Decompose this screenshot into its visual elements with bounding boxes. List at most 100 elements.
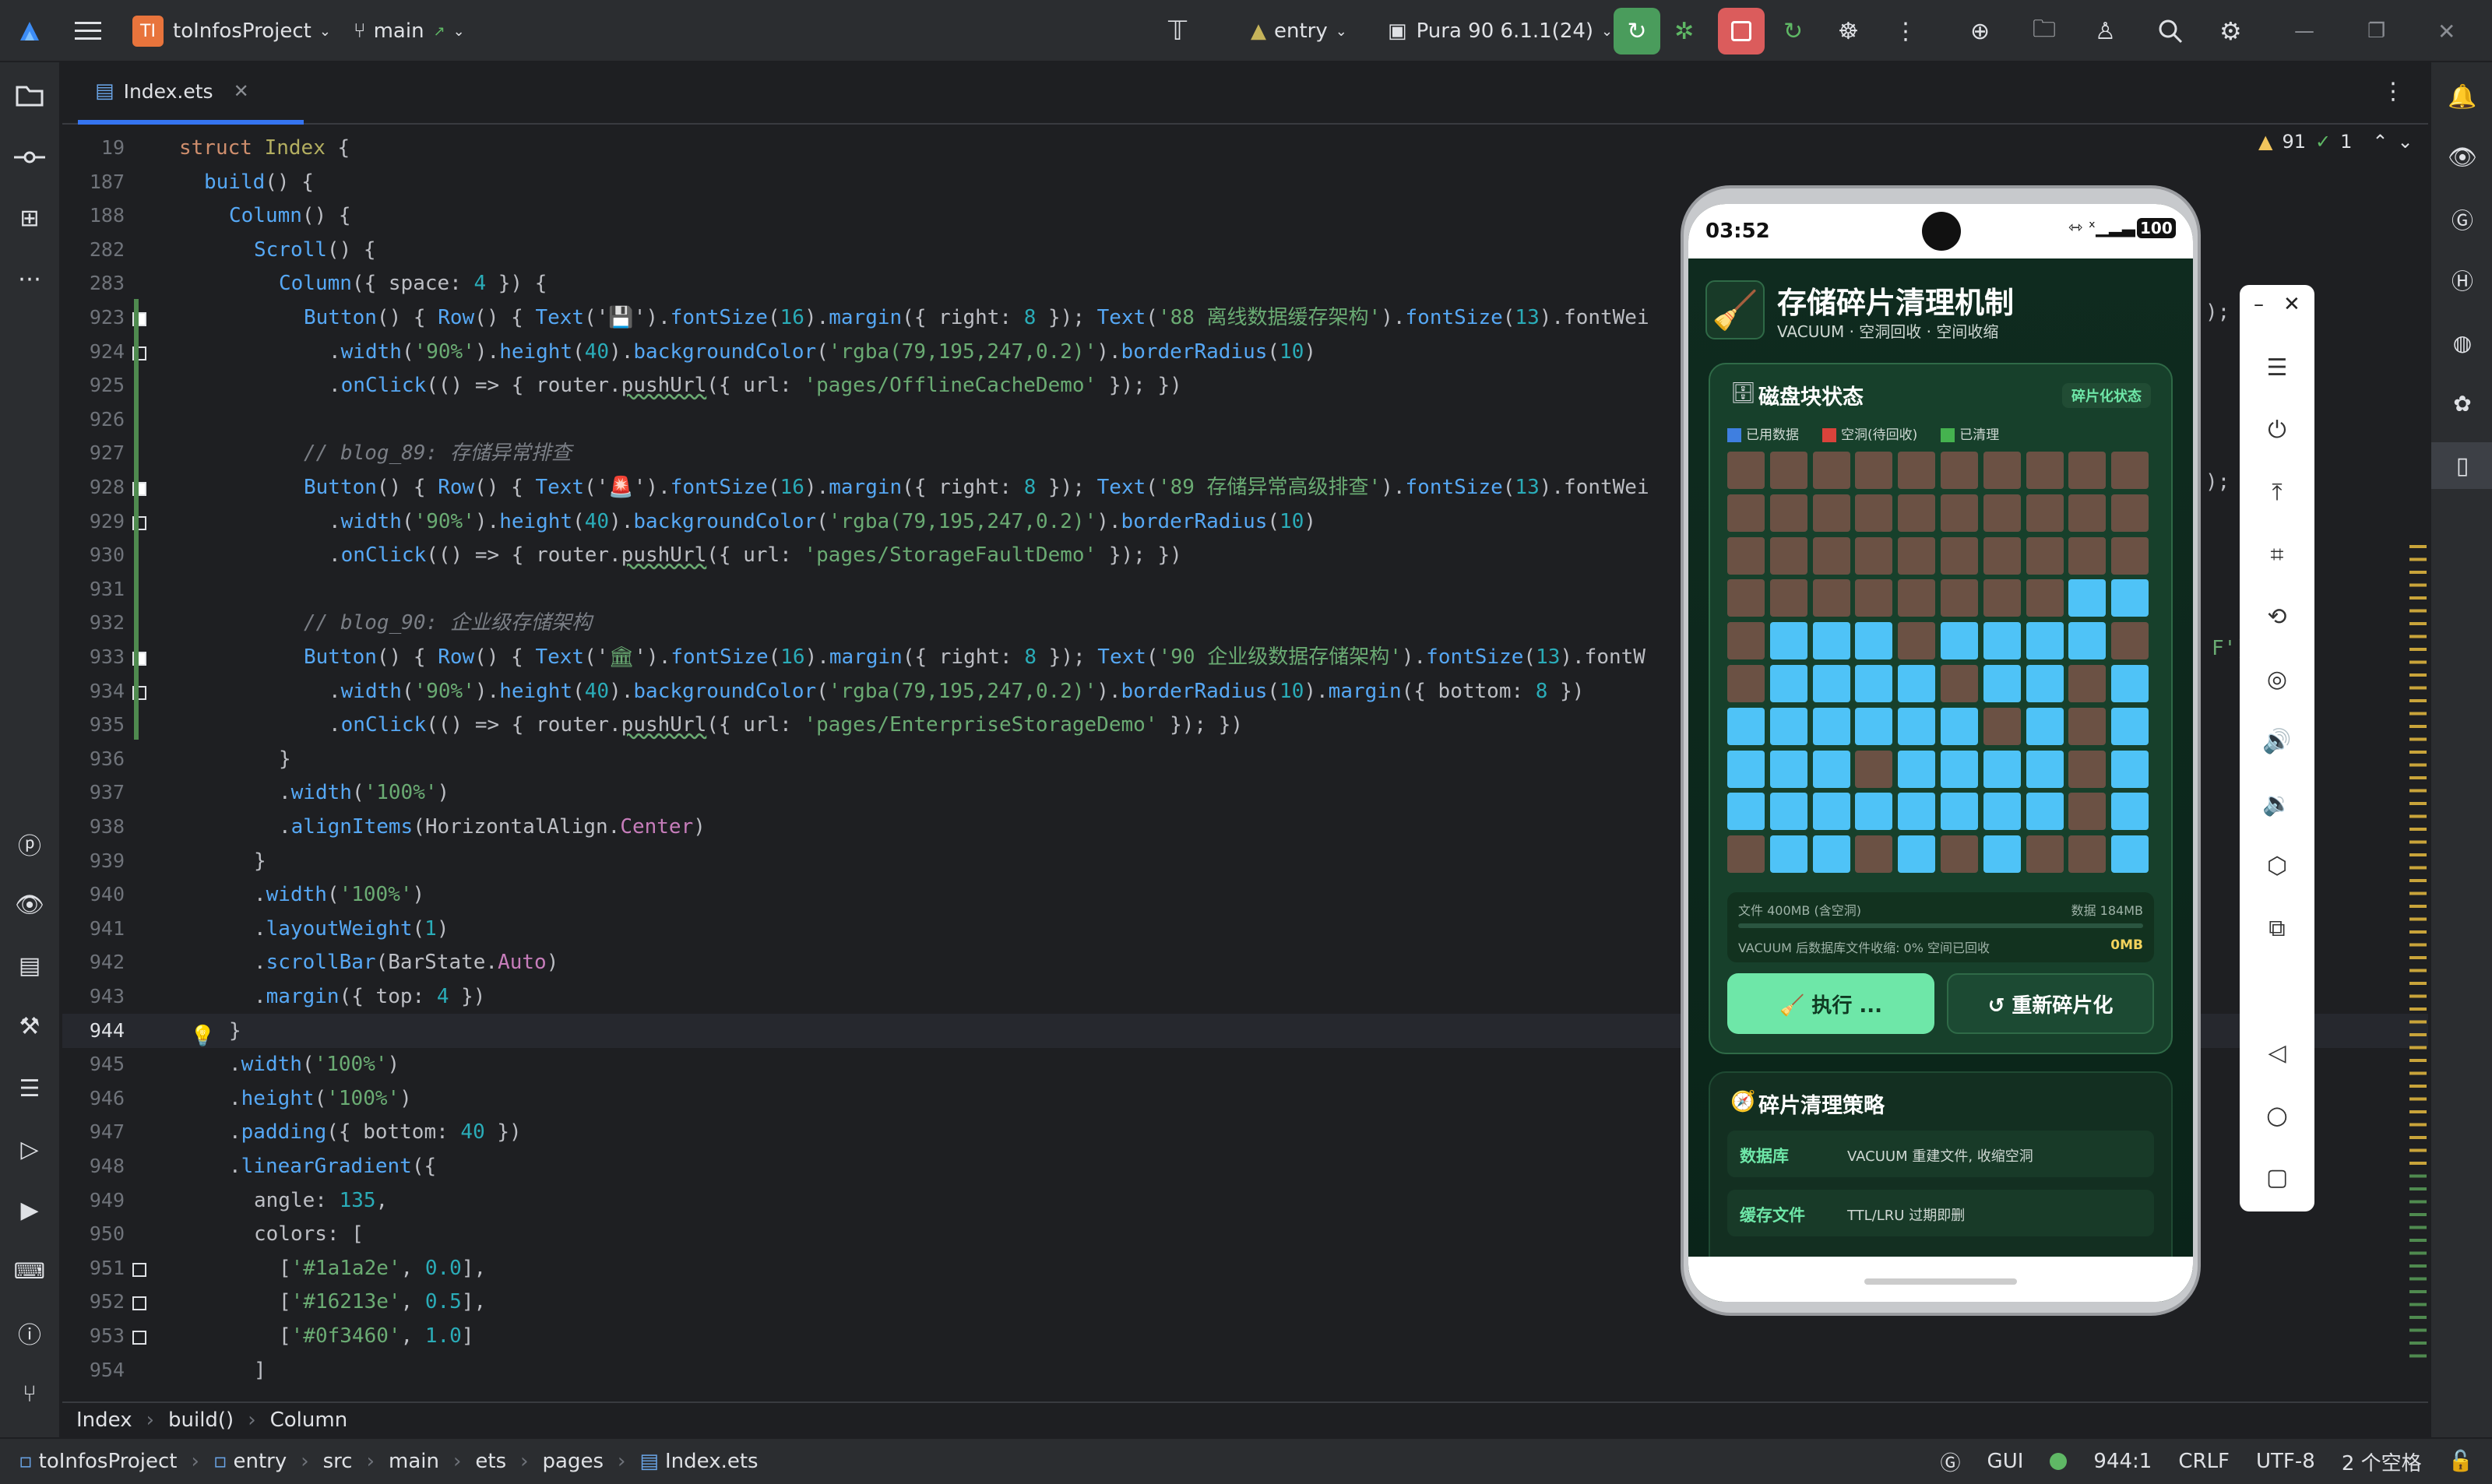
stripe-mark[interactable] <box>2409 1059 2427 1062</box>
path-item[interactable]: Index.ets <box>665 1450 759 1473</box>
pin-top-icon[interactable]: ⤒ <box>2240 469 2314 515</box>
panel-close-icon[interactable]: ✕ <box>2283 293 2300 316</box>
target-icon[interactable]: ⊕ <box>1970 0 1990 62</box>
code-line[interactable]: 19 struct Index { <box>62 131 2428 165</box>
power-icon[interactable]: ⏻ <box>2240 406 2314 453</box>
stripe-mark[interactable] <box>2409 1162 2427 1165</box>
path-item[interactable]: src <box>323 1450 353 1473</box>
close-tab-icon[interactable]: ✕ <box>234 80 249 102</box>
home-indicator[interactable] <box>1864 1278 2017 1285</box>
stripe-mark[interactable] <box>2409 725 2427 728</box>
stripe-mark[interactable] <box>2409 1110 2427 1113</box>
refragment-button[interactable]: ↺ 重新碎片化 <box>1947 973 2154 1034</box>
codegenie-icon[interactable]: Ⓖ <box>2431 196 2492 243</box>
stripe-mark[interactable] <box>2409 982 2427 985</box>
stripe-mark[interactable] <box>2409 596 2427 600</box>
project-selector[interactable]: TI toInfosProject ⌄ <box>132 0 331 62</box>
indent-setting[interactable]: 2 个空格 <box>2342 1447 2422 1476</box>
stripe-mark[interactable] <box>2409 905 2427 908</box>
more-actions-icon[interactable]: ⋮ <box>1894 0 1917 62</box>
stripe-mark[interactable] <box>2409 1277 2427 1281</box>
stripe-mark[interactable] <box>2409 776 2427 779</box>
stripe-mark[interactable] <box>2409 956 2427 959</box>
execute-button[interactable]: 🧹 执行 ... <box>1727 973 1934 1034</box>
stripe-mark[interactable] <box>2409 648 2427 651</box>
stripe-mark[interactable] <box>2409 802 2427 805</box>
layout-inspector-icon[interactable]: ▤ <box>0 944 59 987</box>
device-selector[interactable]: ▣ Pura 90 6.1.1(24) ⌄ <box>1388 0 1613 62</box>
stripe-mark[interactable] <box>2409 814 2427 818</box>
profiler-icon[interactable]: ⓟ <box>0 822 59 866</box>
structure-icon[interactable]: ⊞ <box>0 196 59 240</box>
stripe-mark[interactable] <box>2409 866 2427 870</box>
plugin-icon[interactable]: ✿ <box>2431 380 2492 427</box>
main-menu-icon[interactable] <box>75 0 103 62</box>
stripe-mark[interactable] <box>2409 853 2427 856</box>
gui-label[interactable]: GUI <box>1987 1450 2024 1473</box>
commit-icon[interactable] <box>0 135 59 179</box>
problems-icon[interactable]: ⓘ <box>0 1311 59 1355</box>
stripe-mark[interactable] <box>2409 1020 2427 1024</box>
volume-up-icon[interactable]: 🔊 <box>2240 718 2314 765</box>
search-icon[interactable] <box>2157 0 2184 62</box>
path-item[interactable]: toInfosProject <box>39 1450 178 1473</box>
file-encoding[interactable]: UTF-8 <box>2256 1450 2315 1473</box>
previewer-icon[interactable]: 👁 <box>2431 134 2492 181</box>
app-logo-icon[interactable] <box>16 0 44 62</box>
crop-icon[interactable]: ⌗ <box>2240 531 2314 578</box>
breadcrumb-item[interactable]: Column <box>270 1408 348 1432</box>
tab-options-icon[interactable]: ⋮ <box>2381 78 2405 105</box>
code-line[interactable]: 953 ['#0f3460', 1.0] <box>62 1319 2428 1353</box>
stripe-mark[interactable] <box>2409 712 2427 716</box>
path-item[interactable]: ets <box>475 1450 506 1473</box>
inspection-widget[interactable]: ▲ 91 ✓ 1 ⌃ ⌄ <box>2258 131 2413 153</box>
todo-icon[interactable]: ☰ <box>0 1067 59 1110</box>
breadcrumb-item[interactable]: build() <box>168 1408 234 1432</box>
run-config-selector[interactable]: ▲ entry ⌄ <box>1251 0 1347 62</box>
stripe-mark[interactable] <box>2409 930 2427 934</box>
minimize-icon[interactable]: — <box>2294 0 2314 62</box>
stripe-mark[interactable] <box>2409 917 2427 921</box>
debug-icon[interactable]: ✲ <box>1674 0 1694 62</box>
panel-minimize-icon[interactable]: – <box>2254 293 2264 316</box>
stripe-mark[interactable] <box>2409 751 2427 754</box>
stripe-mark[interactable] <box>2409 969 2427 972</box>
chevron-down-icon[interactable]: ⌄ <box>2398 131 2413 153</box>
multi-device-icon[interactable]: ⧉ <box>2240 905 2314 951</box>
stripe-mark[interactable] <box>2409 1239 2427 1242</box>
apply-changes-icon[interactable]: ↻ <box>1783 0 1803 62</box>
device-manager-icon[interactable]: 🗀 <box>2033 0 2056 62</box>
device-mirror-icon[interactable]: ▯ <box>2431 442 2492 489</box>
breadcrumb-item[interactable]: Index <box>76 1408 132 1432</box>
stripe-mark[interactable] <box>2409 1303 2427 1306</box>
volume-down-icon[interactable]: 🔉 <box>2240 780 2314 827</box>
stripe-mark[interactable] <box>2409 1148 2427 1152</box>
stripe-mark[interactable] <box>2409 1200 2427 1204</box>
terminal-icon[interactable]: ⌨ <box>0 1249 59 1292</box>
stripe-mark[interactable] <box>2409 557 2427 561</box>
vcs-change-marker[interactable] <box>134 299 139 740</box>
database-icon[interactable]: ◍ <box>2431 319 2492 366</box>
maximize-icon[interactable]: ❐ <box>2367 0 2385 62</box>
screenshot-icon[interactable]: ◎ <box>2240 656 2314 702</box>
services-icon[interactable]: ▷ <box>0 1127 59 1171</box>
device-screen[interactable]: 03:52 ⇿ ˣ▁▂▃ 100 🧹 存储碎片清理机制 VACUUM · 空洞回… <box>1688 204 2193 1302</box>
attach-debugger-icon[interactable]: ☸ <box>1838 0 1859 62</box>
code-line[interactable]: 954] <box>62 1353 2428 1387</box>
stripe-mark[interactable] <box>2409 673 2427 677</box>
account-icon[interactable]: ♙ <box>2095 0 2116 62</box>
path-item[interactable]: entry <box>233 1450 287 1473</box>
stripe-mark[interactable] <box>2409 1046 2427 1050</box>
cursor-position[interactable]: 944:1 <box>2093 1450 2152 1473</box>
stripe-mark[interactable] <box>2409 994 2427 998</box>
stripe-mark[interactable] <box>2409 763 2427 767</box>
close-icon[interactable]: ✕ <box>2437 0 2455 62</box>
lock-icon[interactable]: 🔓 <box>2448 1450 2473 1473</box>
error-stripe[interactable] <box>2406 537 2428 1378</box>
stripe-mark[interactable] <box>2409 660 2427 664</box>
home-icon[interactable]: ○ <box>2240 1092 2314 1138</box>
stripe-mark[interactable] <box>2409 1213 2427 1216</box>
project-icon[interactable] <box>0 73 59 117</box>
stripe-mark[interactable] <box>2409 583 2427 587</box>
stripe-mark[interactable] <box>2409 1033 2427 1036</box>
